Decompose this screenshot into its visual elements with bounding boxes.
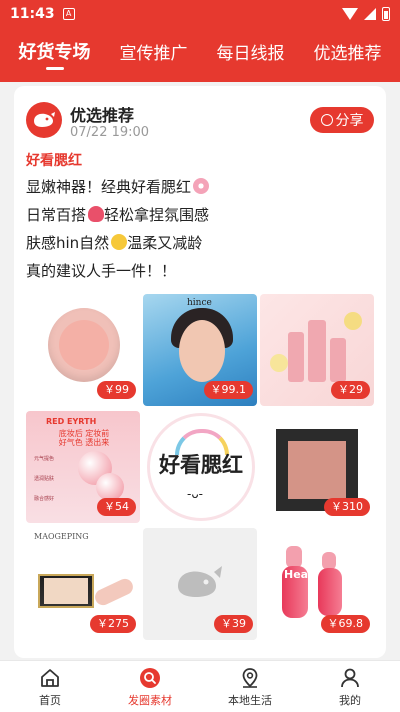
status-bar: 11:43 A [0, 0, 400, 28]
smiling-face-icon [111, 234, 128, 250]
app-header: 11:43 A 好货专场 宣传推广 每日线报 优选推荐 [0, 0, 400, 82]
post-line-text: 真的建议人手一件！！ [26, 262, 177, 280]
battery-icon [382, 7, 390, 21]
post-line-text: 肤感hin自然 [26, 234, 110, 252]
model-face [179, 320, 225, 382]
swatch-smear [92, 576, 136, 608]
price-badge: ￥99.1 [203, 381, 253, 399]
grid-image-red-earth[interactable]: RED EYRTH 底妆后 定妆前 好气色 透出来 元气提色 透润贴肤 融合感好… [26, 411, 140, 523]
share-button[interactable]: 分享 [310, 107, 374, 133]
grid-image-badge[interactable]: 好看腮红 -ᴗ- [143, 411, 257, 523]
post-date: 07/22 19:00 [70, 125, 150, 140]
price-badge: ￥29 [331, 381, 370, 399]
status-time: 11:43 [10, 6, 55, 22]
tab-daily-deals[interactable]: 每日线报 [217, 28, 285, 74]
nav-label: 首页 [39, 694, 61, 707]
share-label: 分享 [335, 113, 364, 129]
grid-image-model[interactable]: hince ￥99.1 [143, 294, 257, 406]
post-line-3: 肤感hin自然 温柔又减龄 [26, 232, 202, 253]
bottle [308, 320, 326, 382]
blush-powder [288, 441, 346, 499]
post-card: 优选推荐 07/22 19:00 分享 好看腮红 显嫩神器！经典好看腮红 日常百… [14, 86, 386, 658]
top-tabs: 好货专场 宣传推广 每日线报 优选推荐 [0, 28, 400, 74]
sparkling-heart-icon [88, 206, 105, 222]
bottle [330, 338, 346, 382]
grid-image-placeholder[interactable]: ￥39 [143, 528, 257, 640]
price-badge: ￥39 [214, 615, 253, 633]
price-badge: ￥69.8 [320, 615, 370, 633]
signal-icon [364, 8, 376, 20]
grid-image-blush-palette[interactable]: ￥310 [260, 411, 374, 523]
nav-mine[interactable]: 我的 [300, 661, 400, 712]
price-badge: ￥275 [90, 615, 136, 633]
compact-powder [44, 578, 88, 604]
whale-icon [34, 112, 55, 127]
post-tag[interactable]: 好看腮红 [26, 150, 82, 170]
post-line-text: 温柔又减龄 [127, 234, 203, 252]
smile-face-text: -ᴗ- [187, 487, 204, 501]
headline-text: 底妆后 定妆前 好气色 透出来 [58, 429, 110, 447]
product-ball [96, 473, 124, 501]
brand-text: RED EYRTH [46, 417, 97, 426]
post-line-text: 轻松拿捏氛围感 [104, 206, 210, 224]
post-line-text: 显嫩神器！经典好看腮红 [26, 178, 192, 196]
nav-moments-material[interactable]: 发圈素材 [100, 661, 200, 712]
tab-promotion[interactable]: 宣传推广 [120, 28, 188, 74]
blush-pan [59, 320, 109, 370]
whale-placeholder-icon [178, 566, 222, 597]
feature-text: 元气提色 [34, 456, 55, 462]
feature-text: 透润贴肤 [34, 476, 55, 482]
home-icon [41, 669, 59, 687]
status-icons [342, 7, 390, 21]
post-line-text: 日常百搭 [26, 206, 87, 224]
post-line-2: 日常百搭 轻松拿捏氛围感 [26, 204, 209, 225]
nav-label: 本地生活 [228, 694, 272, 707]
bottom-nav: 首页 发圈素材 本地生活 我的 [0, 660, 400, 712]
tint-tube [318, 568, 342, 616]
brand-text: hince [187, 298, 212, 308]
person-icon [341, 668, 359, 688]
feature-text: 融合感好 [34, 496, 55, 502]
bottle [288, 332, 304, 382]
search-icon [140, 668, 160, 688]
grid-image-maogeping[interactable]: MAOGEPING ￥275 [26, 528, 140, 640]
nav-home[interactable]: 首页 [0, 661, 100, 712]
grid-image-lip-tint[interactable]: Heau ￥69.8 [260, 528, 374, 640]
author-name: 优选推荐 [70, 106, 135, 125]
post-line-1: 显嫩神器！经典好看腮红 [26, 176, 210, 197]
nav-local-life[interactable]: 本地生活 [200, 661, 300, 712]
nav-label: 发圈素材 [128, 694, 172, 707]
image-grid: ￥99 hince ￥99.1 ￥29 RED EYRTH 底妆后 定妆前 好气… [26, 294, 374, 640]
location-pin-icon [242, 668, 258, 688]
share-icon [320, 114, 333, 126]
nav-label: 我的 [339, 694, 361, 707]
post-line-4: 真的建议人手一件！！ [26, 260, 176, 281]
badge-text: 好看腮红 [159, 453, 243, 477]
wifi-icon [342, 8, 358, 20]
tab-good-goods[interactable]: 好货专场 [19, 28, 91, 74]
flower-decoration [270, 354, 288, 372]
price-badge: ￥99 [97, 381, 136, 399]
tube-cap [286, 546, 302, 568]
tab-recommended[interactable]: 优选推荐 [314, 28, 382, 74]
notification-app-icon: A [62, 8, 75, 20]
grid-image-blush-bottles[interactable]: ￥29 [260, 294, 374, 406]
brand-text: MAOGEPING [34, 532, 89, 541]
author-avatar[interactable] [26, 102, 62, 138]
flower-decoration [344, 312, 362, 330]
cherry-blossom-icon [193, 178, 210, 194]
grid-image-blush-compact[interactable]: ￥99 [26, 294, 140, 406]
price-badge: ￥310 [324, 498, 370, 516]
brand-text: Heau [284, 568, 316, 581]
price-badge: ￥54 [97, 498, 136, 516]
